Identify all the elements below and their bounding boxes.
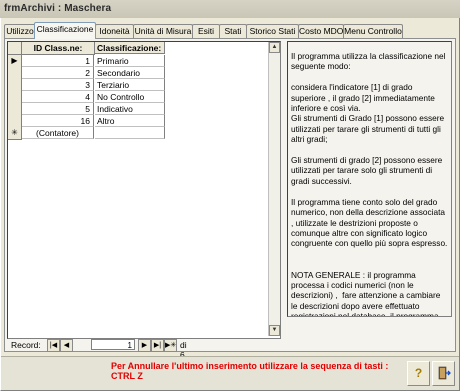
tab-stati[interactable]: Stati [219, 24, 247, 38]
last-record-icon[interactable]: ▶| [151, 339, 164, 352]
scroll-up-icon[interactable]: ▲ [269, 42, 280, 53]
undo-hint-line1: Per Annullare l'ultimo inserimento utili… [111, 361, 389, 371]
record-selector-header [8, 42, 22, 55]
cell-id[interactable]: 5 [22, 103, 94, 115]
cell-classificazione-new[interactable] [95, 127, 165, 139]
classification-info-text: Il programma utilizza la classificazione… [287, 41, 452, 317]
record-label: Record: [11, 340, 41, 350]
exit-door-icon [438, 366, 451, 380]
vertical-scrollbar[interactable]: ▲ ▼ [268, 42, 280, 336]
footer-bar: Per Annullare l'ultimo inserimento utili… [1, 356, 459, 390]
classification-grid: ID Class.ne: Classificazione: ▶ 1 Primar… [7, 41, 281, 339]
scroll-down-icon[interactable]: ▼ [269, 325, 280, 336]
title-bar: frmArchivi : Maschera [0, 0, 460, 19]
exit-button[interactable] [432, 361, 455, 386]
cell-classificazione[interactable]: Terziario [95, 79, 165, 91]
cell-id[interactable]: 1 [22, 55, 94, 67]
tab-storico-stati[interactable]: Storico Stati [246, 24, 299, 38]
help-button[interactable]: ? [407, 361, 430, 386]
cell-id-new[interactable]: (Contatore) [22, 127, 94, 139]
window-title: frmArchivi : Maschera [4, 3, 112, 14]
tab-unita-di-misura[interactable]: Unità di Misura [133, 24, 193, 38]
cell-classificazione[interactable]: No Controllo [95, 91, 165, 103]
tab-classificazione[interactable]: Classificazione [34, 22, 96, 39]
new-record-icon[interactable]: ✳ [8, 127, 22, 140]
new-record-nav-icon[interactable]: ▶✳ [164, 339, 177, 352]
tab-utilizzo[interactable]: Utilizzo [4, 24, 36, 38]
tab-panel: ID Class.ne: Classificazione: ▶ 1 Primar… [4, 38, 456, 360]
record-number-input[interactable]: 1 [91, 339, 135, 350]
column-header-classificazione[interactable]: Classificazione: [95, 42, 165, 54]
cell-id[interactable]: 3 [22, 79, 94, 91]
tab-idoneita[interactable]: Idoneità [95, 24, 134, 38]
previous-record-icon[interactable]: ◀ [60, 339, 73, 352]
cell-classificazione[interactable]: Altro [95, 115, 165, 127]
tab-costo-mdo[interactable]: Costo MDO [298, 24, 344, 38]
next-record-icon[interactable]: ▶ [138, 339, 151, 352]
cell-classificazione[interactable]: Primario [95, 55, 165, 67]
cell-id[interactable]: 4 [22, 91, 94, 103]
first-record-icon[interactable]: |◀ [47, 339, 60, 352]
cell-id[interactable]: 2 [22, 67, 94, 79]
help-icon: ? [414, 366, 423, 380]
undo-hint-line2: CTRL Z [111, 371, 143, 381]
undo-hint: Per Annullare l'ultimo inserimento utili… [111, 361, 388, 381]
cell-classificazione[interactable]: Indicativo [95, 103, 165, 115]
column-header-id[interactable]: ID Class.ne: [22, 42, 95, 55]
cell-id[interactable]: 16 [22, 115, 94, 127]
form-window: Utilizzo Classificazione Idoneità Unità … [0, 18, 460, 391]
tab-menu-controllo[interactable]: Menu Controllo [343, 24, 403, 38]
tab-esiti[interactable]: Esiti [192, 24, 220, 38]
cell-classificazione[interactable]: Secondario [95, 67, 165, 79]
